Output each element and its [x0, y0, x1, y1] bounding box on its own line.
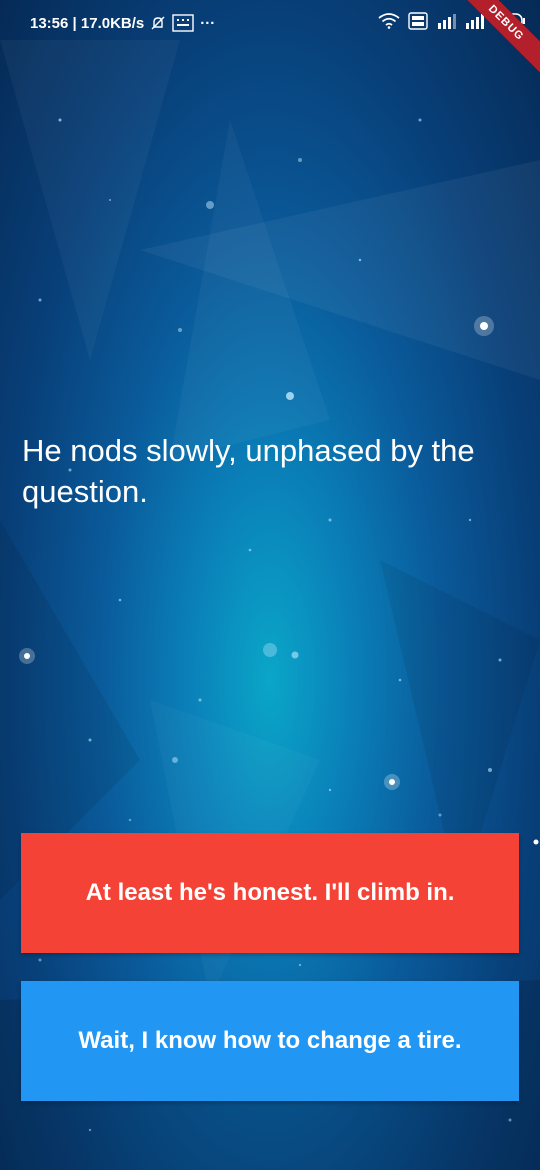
status-bar: 13:56 | 17.0KB/s ··· DEBUG — [0, 0, 540, 81]
game-screen: 13:56 | 17.0KB/s ··· DEBUG He nods slowl… — [0, 0, 540, 1170]
choice-button-climb-in[interactable]: At least he's honest. I'll climb in. — [21, 833, 519, 953]
status-more: ··· — [200, 14, 216, 32]
keyboard-icon — [172, 14, 194, 32]
status-left: 13:56 | 17.0KB/s ··· — [30, 14, 215, 32]
signal-icon — [436, 12, 488, 30]
status-time-speed: 13:56 | 17.0KB/s — [30, 14, 145, 32]
bell-off-icon — [150, 15, 166, 31]
volte-icon — [408, 12, 428, 30]
choice-button-change-tire[interactable]: Wait, I know how to change a tire. — [21, 981, 519, 1101]
story-text: He nods slowly, unphased by the question… — [22, 433, 475, 509]
wifi-icon — [378, 13, 400, 29]
